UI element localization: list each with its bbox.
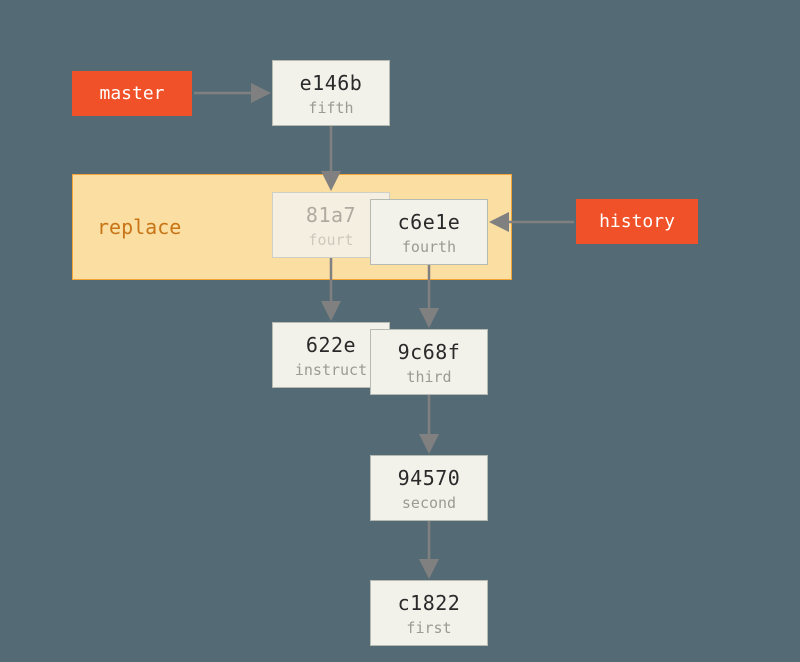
commit-c6e1e: c6e1e fourth (370, 199, 488, 265)
commit-hash: e146b (273, 71, 389, 95)
commit-hash: 9c68f (371, 340, 487, 364)
commit-c1822: c1822 first (370, 580, 488, 646)
commit-hash: 94570 (371, 466, 487, 490)
commit-hash: c1822 (371, 591, 487, 615)
commit-94570: 94570 second (370, 455, 488, 521)
commit-msg: third (371, 368, 487, 386)
ref-label: history (599, 211, 675, 232)
replace-label: replace (97, 215, 181, 239)
ref-history: history (576, 199, 698, 244)
ref-master: master (72, 71, 192, 116)
commit-msg: fifth (273, 99, 389, 117)
commit-e146b: e146b fifth (272, 60, 390, 126)
commit-hash: c6e1e (371, 210, 487, 234)
commit-msg: second (371, 494, 487, 512)
commit-msg: first (371, 619, 487, 637)
commit-msg: fourth (371, 238, 487, 256)
ref-label: master (99, 83, 164, 104)
commit-9c68f: 9c68f third (370, 329, 488, 395)
